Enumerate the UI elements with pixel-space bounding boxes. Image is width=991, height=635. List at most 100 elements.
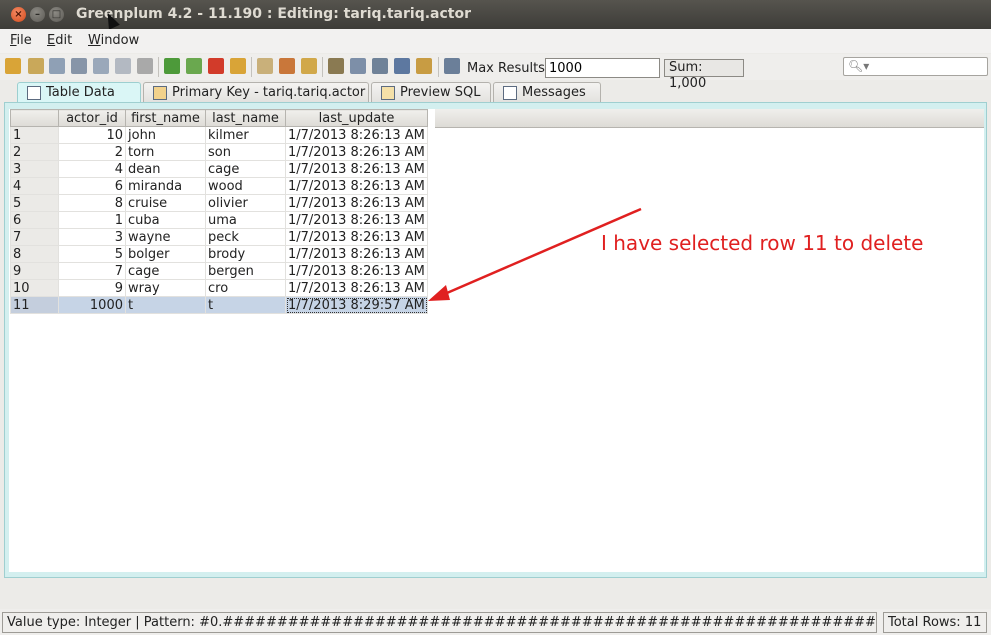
last-update-cell[interactable]: 1/7/2013 8:26:13 AM: [285, 143, 428, 161]
table-row[interactable]: 9 7 cage bergen 1/7/2013 8:26:13 AM: [10, 262, 428, 280]
actor-id-cell[interactable]: 1000: [58, 296, 126, 314]
sort-icon[interactable]: [301, 58, 317, 74]
table-row[interactable]: 3 4 dean cage 1/7/2013 8:26:13 AM: [10, 160, 428, 178]
row-number-cell[interactable]: 2: [10, 143, 59, 161]
first-name-cell[interactable]: bolger: [125, 245, 206, 263]
calendar-icon[interactable]: [394, 58, 410, 74]
refresh-icon[interactable]: [5, 58, 21, 74]
tab-preview-sql[interactable]: Preview SQL: [371, 82, 491, 103]
last-update-cell[interactable]: 1/7/2013 8:26:13 AM: [285, 194, 428, 212]
table-row[interactable]: 4 6 miranda wood 1/7/2013 8:26:13 AM: [10, 177, 428, 195]
tab-primary-key[interactable]: Primary Key - tariq.tariq.actor: [143, 82, 369, 103]
row-number-cell[interactable]: 8: [10, 245, 59, 263]
last-name-cell[interactable]: wood: [205, 177, 286, 195]
last-name-cell[interactable]: uma: [205, 211, 286, 229]
clear-filter-icon[interactable]: [279, 58, 295, 74]
last-name-cell[interactable]: cage: [205, 160, 286, 178]
last-name-cell[interactable]: olivier: [205, 194, 286, 212]
menu-file[interactable]: File: [10, 33, 32, 48]
duplicate-row-icon[interactable]: [186, 58, 202, 74]
edit-row-icon[interactable]: [230, 58, 246, 74]
table-row[interactable]: 7 3 wayne peck 1/7/2013 8:26:13 AM: [10, 228, 428, 246]
last-update-cell[interactable]: 1/7/2013 8:29:57 AM: [285, 296, 428, 314]
column-header[interactable]: first_name: [125, 109, 206, 127]
add-row-icon[interactable]: [164, 58, 180, 74]
query-icon[interactable]: [350, 58, 366, 74]
table-row[interactable]: 6 1 cuba uma 1/7/2013 8:26:13 AM: [10, 211, 428, 229]
row-number-cell[interactable]: 6: [10, 211, 59, 229]
row-number-cell[interactable]: 5: [10, 194, 59, 212]
paste-icon[interactable]: [115, 58, 131, 74]
column-header[interactable]: last_name: [205, 109, 286, 127]
tab-messages[interactable]: Messages: [493, 82, 601, 103]
last-update-cell[interactable]: 1/7/2013 8:26:13 AM: [285, 177, 428, 195]
export-icon[interactable]: [49, 58, 65, 74]
find-icon[interactable]: [372, 58, 388, 74]
actor-id-cell[interactable]: 7: [58, 262, 126, 280]
first-name-cell[interactable]: cuba: [125, 211, 206, 229]
menu-window[interactable]: Window: [88, 33, 139, 48]
row-number-cell[interactable]: 7: [10, 228, 59, 246]
last-update-cell[interactable]: 1/7/2013 8:26:13 AM: [285, 160, 428, 178]
table-row[interactable]: 10 9 wray cro 1/7/2013 8:26:13 AM: [10, 279, 428, 297]
last-name-cell[interactable]: t: [205, 296, 286, 314]
table-row[interactable]: 1 10 john kilmer 1/7/2013 8:26:13 AM: [10, 126, 428, 144]
stop-icon[interactable]: [137, 58, 153, 74]
row-number-cell[interactable]: 4: [10, 177, 59, 195]
column-header[interactable]: last_update: [285, 109, 428, 127]
last-name-cell[interactable]: cro: [205, 279, 286, 297]
table-row[interactable]: 5 8 cruise olivier 1/7/2013 8:26:13 AM: [10, 194, 428, 212]
first-name-cell[interactable]: torn: [125, 143, 206, 161]
row-number-cell[interactable]: 3: [10, 160, 59, 178]
actor-id-cell[interactable]: 9: [58, 279, 126, 297]
table-view-icon[interactable]: [328, 58, 344, 74]
copy-icon[interactable]: [93, 58, 109, 74]
first-name-cell[interactable]: dean: [125, 160, 206, 178]
last-update-cell[interactable]: 1/7/2013 8:26:13 AM: [285, 245, 428, 263]
actor-id-cell[interactable]: 4: [58, 160, 126, 178]
filter-icon[interactable]: [257, 58, 273, 74]
row-number-cell[interactable]: 1: [10, 126, 59, 144]
first-name-cell[interactable]: wray: [125, 279, 206, 297]
menu-edit[interactable]: Edit: [47, 33, 72, 48]
table-row[interactable]: 11 1000 t t 1/7/2013 8:29:57 AM: [10, 296, 428, 314]
actor-id-cell[interactable]: 5: [58, 245, 126, 263]
print-icon[interactable]: [71, 58, 87, 74]
refresh-all-icon[interactable]: [28, 58, 44, 74]
last-update-cell[interactable]: 1/7/2013 8:26:13 AM: [285, 279, 428, 297]
first-name-cell[interactable]: cage: [125, 262, 206, 280]
tab-table-data[interactable]: Table Data: [17, 82, 141, 103]
last-name-cell[interactable]: kilmer: [205, 126, 286, 144]
actor-id-cell[interactable]: 6: [58, 177, 126, 195]
last-name-cell[interactable]: brody: [205, 245, 286, 263]
first-name-cell[interactable]: miranda: [125, 177, 206, 195]
table-row[interactable]: 8 5 bolger brody 1/7/2013 8:26:13 AM: [10, 245, 428, 263]
actor-id-cell[interactable]: 3: [58, 228, 126, 246]
columns-icon[interactable]: [416, 58, 432, 74]
last-update-cell[interactable]: 1/7/2013 8:26:13 AM: [285, 126, 428, 144]
actor-id-cell[interactable]: 1: [58, 211, 126, 229]
last-name-cell[interactable]: bergen: [205, 262, 286, 280]
last-name-cell[interactable]: peck: [205, 228, 286, 246]
table-row[interactable]: 2 2 torn son 1/7/2013 8:26:13 AM: [10, 143, 428, 161]
row-number-cell[interactable]: 9: [10, 262, 59, 280]
maximize-window-button[interactable]: □: [49, 7, 64, 22]
run-query-icon[interactable]: [444, 58, 460, 74]
last-update-cell[interactable]: 1/7/2013 8:26:13 AM: [285, 228, 428, 246]
close-window-button[interactable]: ×: [11, 7, 26, 22]
row-number-cell[interactable]: 10: [10, 279, 59, 297]
actor-id-cell[interactable]: 8: [58, 194, 126, 212]
search-input[interactable]: 🔍︎▾: [843, 57, 988, 76]
delete-row-icon[interactable]: [208, 58, 224, 74]
row-number-cell[interactable]: 11: [10, 296, 59, 314]
last-update-cell[interactable]: 1/7/2013 8:26:13 AM: [285, 262, 428, 280]
first-name-cell[interactable]: t: [125, 296, 206, 314]
first-name-cell[interactable]: john: [125, 126, 206, 144]
first-name-cell[interactable]: wayne: [125, 228, 206, 246]
actor-id-cell[interactable]: 2: [58, 143, 126, 161]
actor-id-cell[interactable]: 10: [58, 126, 126, 144]
first-name-cell[interactable]: cruise: [125, 194, 206, 212]
minimize-window-button[interactable]: –: [30, 7, 45, 22]
last-name-cell[interactable]: son: [205, 143, 286, 161]
last-update-cell[interactable]: 1/7/2013 8:26:13 AM: [285, 211, 428, 229]
